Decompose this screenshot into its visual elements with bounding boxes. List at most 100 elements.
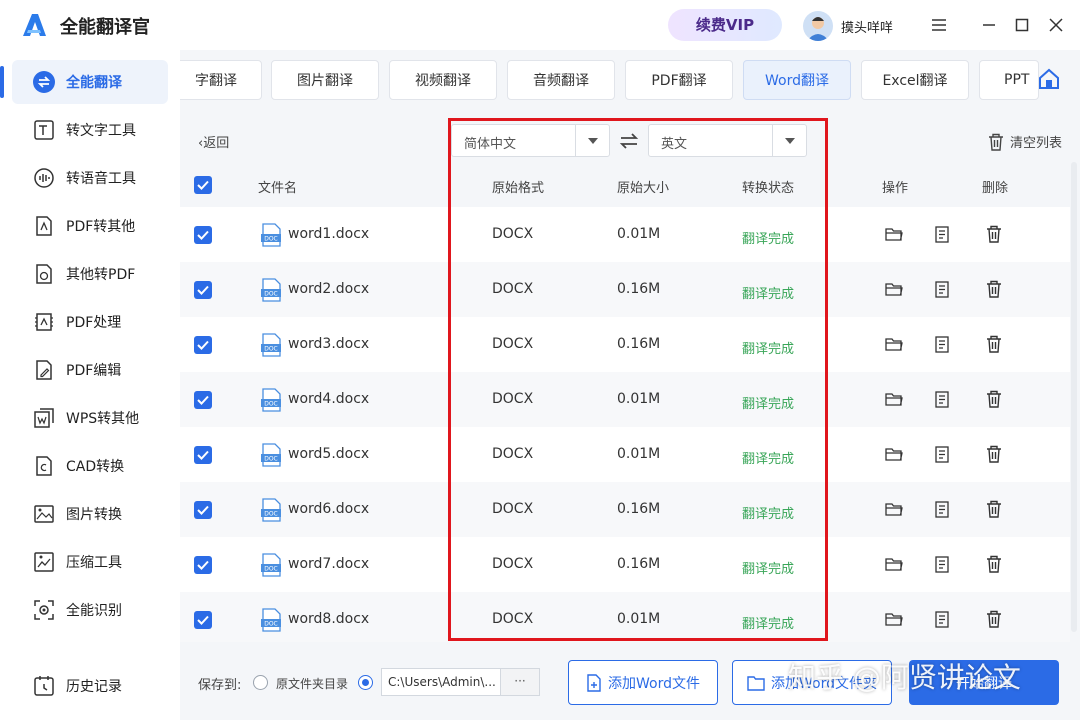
status-badge: 翻译完成 — [742, 562, 795, 577]
tab-word-translate[interactable]: Word翻译 — [743, 60, 851, 100]
view-document-icon[interactable] — [932, 224, 952, 244]
tab-audio-translate[interactable]: 音频翻译 — [507, 60, 615, 100]
row-checkbox[interactable] — [194, 446, 212, 464]
tab-ppt-translate[interactable]: PPT — [979, 60, 1039, 100]
avatar[interactable] — [803, 11, 833, 41]
view-document-icon[interactable] — [932, 499, 952, 519]
file-size: 0.16M — [617, 501, 661, 517]
save-to-label: 保存到: — [198, 678, 242, 693]
file-format: DOCX — [492, 226, 534, 242]
sidebar-item-pdf-to-other[interactable]: PDF转其他 — [12, 204, 168, 248]
open-folder-icon[interactable] — [884, 389, 904, 409]
view-document-icon[interactable] — [932, 279, 952, 299]
view-document-icon[interactable] — [932, 609, 952, 629]
open-folder-icon[interactable] — [884, 609, 904, 629]
maximize-icon[interactable] — [1010, 13, 1034, 37]
view-document-icon[interactable] — [932, 444, 952, 464]
row-checkbox[interactable] — [194, 336, 212, 354]
tab-image-translate[interactable]: 图片翻译 — [271, 60, 379, 100]
sidebar-item-history[interactable]: 历史记录 — [12, 664, 168, 708]
open-folder-icon[interactable] — [884, 224, 904, 244]
sidebar-item-voice-tool[interactable]: 转语音工具 — [12, 156, 168, 200]
minimize-icon[interactable] — [977, 13, 1001, 37]
delete-icon[interactable] — [984, 609, 1004, 629]
file-name: word1.docx — [288, 226, 370, 242]
tab-pdf-translate[interactable]: PDF翻译 — [625, 60, 733, 100]
browse-path-button[interactable]: ··· — [500, 668, 540, 696]
original-folder-radio[interactable] — [253, 675, 268, 690]
clear-list-button[interactable]: 清空列表 — [988, 132, 1062, 151]
svg-text:DOC: DOC — [264, 236, 278, 243]
header-delete: 删除 — [982, 181, 1009, 196]
table-scrollbar[interactable] — [1071, 162, 1077, 632]
sidebar-item-pdf-process[interactable]: PDF处理 — [12, 300, 168, 344]
file-name: word6.docx — [288, 501, 370, 517]
open-folder-icon[interactable] — [884, 279, 904, 299]
app-title: 全能翻译官 — [60, 17, 150, 38]
tab-text-translate[interactable]: 字翻译 — [180, 60, 262, 100]
file-format: DOCX — [492, 611, 534, 627]
row-checkbox[interactable] — [194, 556, 212, 574]
delete-icon[interactable] — [984, 334, 1004, 354]
close-icon[interactable] — [1044, 13, 1068, 37]
table-row: DOC word4.docx DOCX 0.01M 翻译完成 — [180, 372, 1070, 427]
docx-file-icon: DOC — [261, 553, 281, 577]
delete-icon[interactable] — [984, 499, 1004, 519]
target-language-select[interactable]: 英文 — [648, 124, 807, 157]
source-language-select[interactable]: 简体中文 — [451, 124, 610, 157]
status-badge: 翻译完成 — [742, 452, 795, 467]
sidebar-item-wps-to-other[interactable]: WPS转其他 — [12, 396, 168, 440]
swap-language-icon[interactable] — [618, 130, 640, 152]
row-checkbox[interactable] — [194, 501, 212, 519]
row-checkbox[interactable] — [194, 226, 212, 244]
sidebar-item-label: 全能翻译 — [66, 75, 122, 91]
row-checkbox[interactable] — [194, 611, 212, 629]
delete-icon[interactable] — [984, 224, 1004, 244]
sidebar-item-all-translate[interactable]: 全能翻译 — [0, 60, 168, 104]
header-status: 转换状态 — [742, 181, 795, 196]
file-format: DOCX — [492, 281, 534, 297]
sidebar-item-recognize[interactable]: 全能识别 — [12, 588, 168, 632]
delete-icon[interactable] — [984, 554, 1004, 574]
chevron-down-icon — [772, 125, 806, 156]
open-folder-icon[interactable] — [884, 554, 904, 574]
docx-file-icon: DOC — [261, 443, 281, 467]
open-folder-icon[interactable] — [884, 499, 904, 519]
row-checkbox[interactable] — [194, 391, 212, 409]
save-path-input[interactable]: C:\Users\Admin\... — [381, 668, 501, 696]
menu-icon[interactable] — [927, 13, 951, 37]
docx-file-icon: DOC — [261, 223, 281, 247]
sidebar-item-label: 历史记录 — [66, 679, 122, 695]
svg-text:DOC: DOC — [264, 456, 278, 463]
cad-icon — [32, 454, 56, 478]
select-all-checkbox[interactable] — [194, 176, 212, 194]
open-folder-icon[interactable] — [884, 444, 904, 464]
sidebar-item-cad-convert[interactable]: CAD转换 — [12, 444, 168, 488]
file-name: word3.docx — [288, 336, 370, 352]
home-icon[interactable] — [1038, 68, 1060, 90]
tab-video-translate[interactable]: 视频翻译 — [389, 60, 497, 100]
tab-excel-translate[interactable]: Excel翻译 — [861, 60, 969, 100]
sidebar-item-pdf-edit[interactable]: PDF编辑 — [12, 348, 168, 392]
sidebar-item-image-convert[interactable]: 图片转换 — [12, 492, 168, 536]
view-document-icon[interactable] — [932, 334, 952, 354]
renew-vip-button[interactable]: 续费VIP — [668, 9, 782, 41]
row-checkbox[interactable] — [194, 281, 212, 299]
sidebar-item-label: PDF转其他 — [66, 219, 136, 235]
add-word-file-button[interactable]: 添加Word文件 — [568, 660, 718, 705]
delete-icon[interactable] — [984, 279, 1004, 299]
sidebar-item-compress[interactable]: 压缩工具 — [12, 540, 168, 584]
back-button[interactable]: ‹返回 — [198, 132, 229, 151]
delete-icon[interactable] — [984, 389, 1004, 409]
open-folder-icon[interactable] — [884, 334, 904, 354]
file-name: word2.docx — [288, 281, 370, 297]
sidebar-item-other-to-pdf[interactable]: 其他转PDF — [12, 252, 168, 296]
sidebar-item-label: 转语音工具 — [66, 171, 136, 187]
view-document-icon[interactable] — [932, 389, 952, 409]
sidebar-item-text-tool[interactable]: 转文字工具 — [12, 108, 168, 152]
add-file-icon — [587, 673, 601, 692]
bottom-bar: 保存到: 原文件夹目录 C:\Users\Admin\... ··· 添加Wor… — [180, 642, 1080, 720]
custom-path-radio[interactable] — [358, 675, 373, 690]
view-document-icon[interactable] — [932, 554, 952, 574]
delete-icon[interactable] — [984, 444, 1004, 464]
